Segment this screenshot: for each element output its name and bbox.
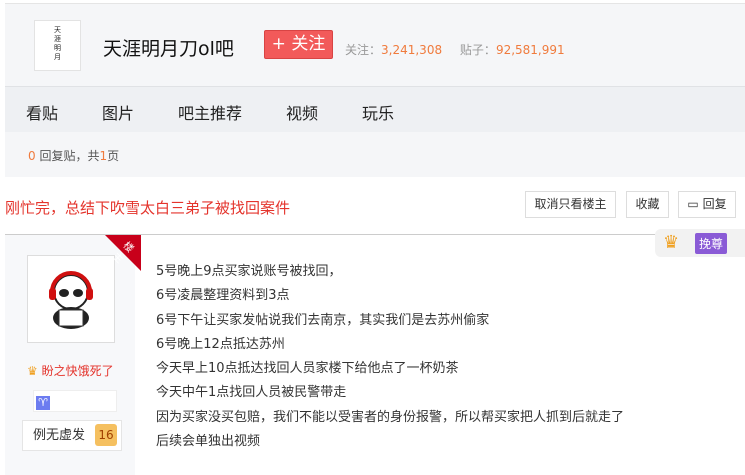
cancel-only-op-button[interactable]: 取消只看楼主 <box>525 191 616 218</box>
tab-recommended[interactable]: 吧主推荐 <box>178 100 242 124</box>
tab-posts[interactable]: 看贴 <box>26 100 58 124</box>
reward-label: 挽尊 <box>695 233 728 254</box>
reply-count: 0 <box>28 149 36 163</box>
forum-name[interactable]: 天涯明月刀ol吧 <box>103 34 234 61</box>
reward-button[interactable]: ♛ 挽尊 <box>655 229 745 257</box>
posts-label: 贴子： <box>459 43 496 57</box>
post-line: 6号晚上12点抵达苏州 <box>156 336 285 352</box>
level-badge[interactable]: 例无虚发 16 <box>22 420 122 451</box>
forum-stats: 关注：3,241,308 贴子：92,581,991 <box>345 41 579 58</box>
reply-count-text: 回复贴，共 <box>35 149 100 163</box>
post-line: 今天早上10点抵达找回人员家楼下给他点了一杯奶茶 <box>156 361 459 377</box>
reply-button[interactable]: ▭ 回复 <box>678 191 736 218</box>
tab-videos[interactable]: 视频 <box>286 100 318 124</box>
tab-images[interactable]: 图片 <box>102 100 134 124</box>
username-text: 盼之快饿死了 <box>41 364 114 378</box>
reply-count-bar: 0 回复贴，共1页 <box>5 132 745 177</box>
avatar[interactable] <box>27 255 115 343</box>
author-sidebar: 楼主 ♛ 盼之快饿死了 ♈ 例无虚发 16 <box>5 235 141 475</box>
zodiac-badge: ♈ <box>33 390 117 412</box>
follow-button[interactable]: + 关注 <box>264 30 333 59</box>
post-line: 后续会单独出视频 <box>156 434 261 450</box>
post-line: 今天中午1点找回人员被民警带走 <box>156 385 347 401</box>
post-line: 6号凌晨整理资料到3点 <box>156 288 290 304</box>
reply-label: 回复 <box>702 197 727 211</box>
post-line: 5号晚上9点买家说账号被找回， <box>156 264 342 279</box>
level-number: 16 <box>95 424 117 446</box>
thread-title: 刚忙完，总结下吹雪太白三弟子被找回案件 <box>5 199 291 217</box>
level-name: 例无虚发 <box>33 428 86 443</box>
forum-header: 天涯明月 天涯明月刀ol吧 + 关注 关注：3,241,308 贴子：92,58… <box>5 3 745 86</box>
crown-icon: ♛ <box>27 364 38 378</box>
forum-nav: 看贴 图片 吧主推荐 视频 玩乐 <box>5 86 745 133</box>
post-line: 6号下午让买家发帖说我们去南京，其实我们是去苏州偷家 <box>156 312 490 328</box>
tab-fun[interactable]: 玩乐 <box>362 100 394 124</box>
crown-icon: ♛ <box>663 232 680 253</box>
page-count-suffix: 页 <box>107 149 120 163</box>
followers-label: 关注： <box>345 43 382 57</box>
post: 楼主 ♛ 盼之快饿死了 ♈ 例无虚发 16 ♛ 挽尊 5号晚上9点买家说账号被找回，… <box>5 229 745 475</box>
favorite-button[interactable]: 收藏 <box>626 191 669 218</box>
post-line: 因为买家没买包赔，我们不能以受害者的身份报警，所以帮买家把人抓到后就走了 <box>156 409 625 425</box>
comment-icon: ▭ <box>687 197 699 211</box>
post-content: 5号晚上9点买家说账号被找回， 6号凌晨整理资料到3点 6号下午让买家发帖说我们… <box>156 260 624 454</box>
posts-count: 92,581,991 <box>495 43 565 57</box>
forum-logo[interactable]: 天涯明月 <box>34 20 81 71</box>
followers-count: 3,241,308 <box>381 43 443 57</box>
page-count: 1 <box>99 149 108 163</box>
username[interactable]: ♛ 盼之快饿死了 <box>27 362 114 379</box>
aries-icon: ♈ <box>36 396 50 410</box>
